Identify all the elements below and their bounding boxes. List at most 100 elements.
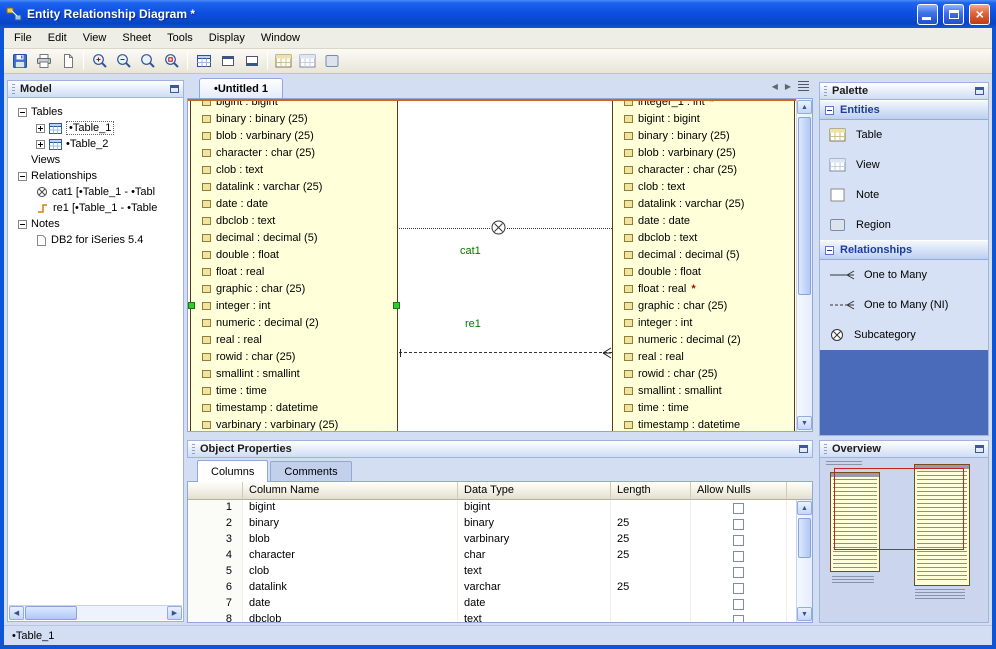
viewport-rectangle[interactable] (834, 468, 964, 550)
scroll-thumb[interactable] (798, 117, 811, 295)
new-region-button[interactable] (320, 50, 343, 72)
scroll-down-button[interactable]: ▼ (797, 416, 812, 430)
next-editor-button[interactable]: ▶ (785, 82, 791, 91)
drag-grip-icon[interactable] (824, 443, 827, 455)
tree-item-cat1[interactable]: cat1 [•Table_1 - •Tabl (12, 184, 183, 200)
tree-item-tables[interactable]: Tables (12, 104, 183, 120)
row-number-header[interactable] (188, 482, 243, 500)
entity-column-row[interactable]: date : date (613, 212, 794, 229)
detach-panel-icon[interactable] (975, 87, 984, 95)
selection-handle-right[interactable] (393, 302, 400, 309)
zoom-out-button[interactable] (112, 50, 135, 72)
column-name-cell[interactable]: date (243, 596, 458, 612)
tab-columns[interactable]: Columns (197, 460, 269, 482)
entity-column-row[interactable]: clob : text (191, 161, 397, 178)
palette-item-note[interactable]: Note (820, 180, 988, 210)
tree-item-table1[interactable]: •Table_1 (12, 120, 183, 136)
allow-nulls-checkbox[interactable] (733, 518, 744, 530)
relationship-cat1-label[interactable]: cat1 (460, 245, 481, 257)
allow-nulls-checkbox[interactable] (733, 534, 744, 546)
header-bottom-button[interactable] (240, 50, 263, 72)
scroll-right-button[interactable]: ▶ (167, 606, 182, 620)
entity-column-row[interactable]: clob : text (613, 178, 794, 195)
entity-column-row[interactable]: integer : int (613, 314, 794, 331)
data-type-cell[interactable]: varbinary (458, 532, 611, 548)
entity-column-row[interactable]: smallint : smallint (191, 365, 397, 382)
subcategory-symbol[interactable] (491, 220, 506, 235)
selection-handle-left[interactable] (188, 302, 195, 309)
length-cell[interactable] (611, 500, 691, 516)
properties-row[interactable]: 4 character char 25 (188, 548, 812, 564)
column-name-cell[interactable]: character (243, 548, 458, 564)
entity-column-row[interactable]: dbclob : text (613, 229, 794, 246)
new-table-button[interactable] (272, 50, 295, 72)
entity-column-row[interactable]: dbclob : text (191, 212, 397, 229)
detach-panel-icon[interactable] (975, 445, 984, 453)
tree-item-note1[interactable]: DB2 for iSeries 5.4 (12, 232, 183, 248)
tree-item-relationships[interactable]: Relationships (12, 168, 183, 184)
entity-column-row[interactable]: time : time (613, 399, 794, 416)
print-button[interactable] (32, 50, 55, 72)
scroll-down-button[interactable]: ▼ (797, 607, 812, 621)
detach-panel-icon[interactable] (170, 85, 179, 93)
entity-column-row[interactable]: decimal : decimal (5) (613, 246, 794, 263)
data-type-cell[interactable]: binary (458, 516, 611, 532)
data-type-cell[interactable]: text (458, 612, 611, 622)
column-name-cell[interactable]: dbclob (243, 612, 458, 622)
tab-untitled1[interactable]: •Untitled 1 (199, 78, 283, 98)
length-cell[interactable] (611, 612, 691, 622)
scroll-thumb[interactable] (25, 606, 77, 620)
allow-nulls-checkbox[interactable] (733, 566, 744, 578)
scroll-left-button[interactable]: ◀ (9, 606, 24, 620)
data-type-cell[interactable]: char (458, 548, 611, 564)
column-name-cell[interactable]: clob (243, 564, 458, 580)
new-view-button[interactable] (296, 50, 319, 72)
drag-grip-icon[interactable] (824, 85, 827, 97)
allow-nulls-checkbox[interactable] (733, 598, 744, 610)
entity-column-row[interactable]: numeric : decimal (2) (613, 331, 794, 348)
entity-column-row[interactable]: double : float (613, 263, 794, 280)
entity-column-row[interactable]: datalink : varchar (25) (613, 195, 794, 212)
menu-file[interactable]: File (6, 29, 40, 47)
entity-column-row[interactable]: bigint : bigint (613, 110, 794, 127)
properties-row[interactable]: 1 bigint bigint (188, 500, 812, 516)
canvas-vertical-scrollbar[interactable]: ▲ ▼ (796, 99, 812, 431)
column-name-cell[interactable]: blob (243, 532, 458, 548)
palette-panel-header[interactable]: Palette (819, 82, 989, 100)
collapse-icon[interactable] (825, 105, 834, 115)
drag-grip-icon[interactable] (12, 83, 15, 95)
zoom-fit-button[interactable] (160, 50, 183, 72)
entity-column-row[interactable]: float : real (191, 263, 397, 280)
entity-column-row[interactable]: timestamp : datetime (191, 399, 397, 416)
palette-item-region[interactable]: Region (820, 210, 988, 240)
tree-item-views[interactable]: Views (12, 152, 183, 168)
collapse-icon[interactable] (18, 107, 27, 117)
relationship-re1-line[interactable] (399, 347, 612, 359)
menu-edit[interactable]: Edit (40, 29, 75, 47)
print-preview-button[interactable] (56, 50, 79, 72)
zoom-original-button[interactable] (136, 50, 159, 72)
menu-sheet[interactable]: Sheet (114, 29, 159, 47)
tab-comments[interactable]: Comments (270, 461, 352, 481)
scroll-thumb[interactable] (798, 518, 811, 558)
save-button[interactable] (8, 50, 31, 72)
entity-column-row[interactable]: binary : binary (25) (613, 127, 794, 144)
entity-column-row[interactable]: character : char (25) (191, 144, 397, 161)
entity-column-row[interactable]: character : char (25) (613, 161, 794, 178)
length-header[interactable]: Length (611, 482, 691, 500)
data-type-cell[interactable]: bigint (458, 500, 611, 516)
entity-column-row[interactable]: graphic : char (25) (613, 297, 794, 314)
allow-nulls-checkbox[interactable] (733, 614, 744, 622)
title-bar[interactable]: Entity Relationship Diagram * × (0, 0, 996, 28)
zoom-in-button[interactable] (88, 50, 111, 72)
data-type-cell[interactable]: date (458, 596, 611, 612)
collapse-icon[interactable] (18, 171, 27, 181)
properties-row[interactable]: 2 binary binary 25 (188, 516, 812, 532)
expand-icon[interactable] (36, 123, 45, 133)
entity-column-row[interactable]: real : real (191, 331, 397, 348)
entity-column-row[interactable]: rowid : char (25) (613, 365, 794, 382)
entity-column-row[interactable]: double : float (191, 246, 397, 263)
collapse-icon[interactable] (18, 219, 27, 229)
header-top-button[interactable] (216, 50, 239, 72)
properties-row[interactable]: 6 datalink varchar 25 (188, 580, 812, 596)
